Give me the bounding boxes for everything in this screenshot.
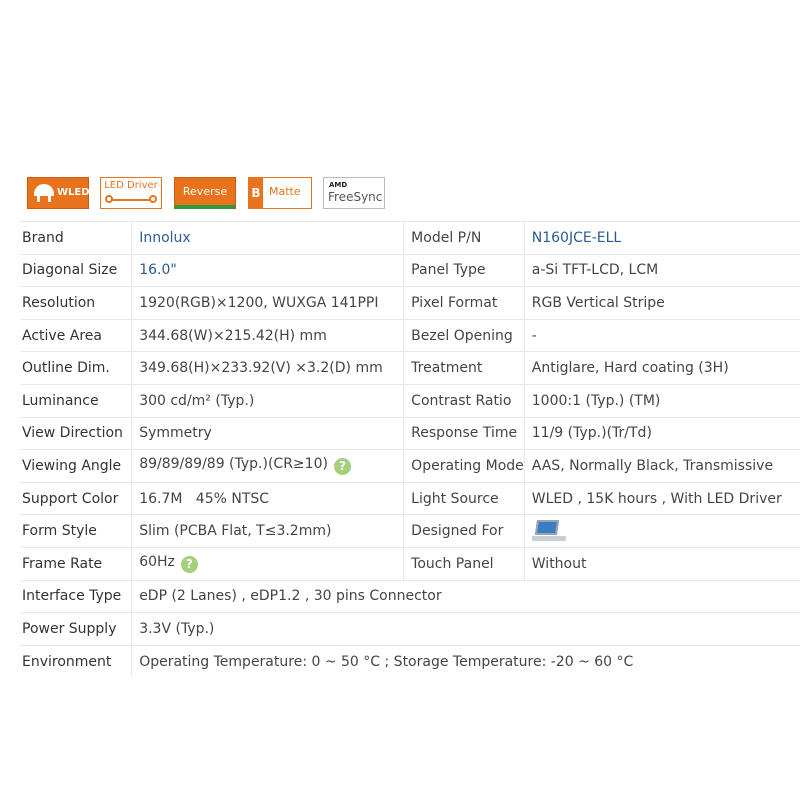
spec-label: Active Area [20, 318, 132, 352]
spec-label: Brand [20, 221, 132, 255]
spec-label: Frame Rate [20, 546, 132, 581]
reverse-badge-label: Reverse [182, 185, 228, 198]
wled-badge-label: WLED [57, 187, 90, 198]
help-icon[interactable]: ? [333, 458, 351, 476]
matte-badge: B Matte [248, 177, 312, 209]
spec-label: Power Supply [20, 612, 132, 646]
spec-label: Environment [20, 644, 132, 678]
led-driver-circuit-icon [107, 199, 155, 201]
matte-badge-label: Matte [269, 185, 301, 198]
table-row: Diagonal Size 16.0" Panel Type a-Si TFT-… [20, 253, 800, 287]
table-row: Brand Innolux Model P/N N160JCE-ELL [20, 221, 800, 255]
spec-label: Operating Mode [403, 449, 525, 483]
freesync-badge-label: FreeSync [328, 190, 383, 204]
spec-value-cell: 60Hz? [131, 546, 404, 581]
spec-label: View Direction [20, 416, 132, 450]
spec-label: Diagonal Size [20, 253, 132, 287]
spec-value: RGB Vertical Stripe [523, 286, 800, 320]
table-row: Resolution 1920(RGB)×1200, WUXGA 141PPI … [20, 286, 800, 320]
table-row: Interface Type eDP (2 Lanes) , eDP1.2 , … [20, 579, 800, 613]
table-row: View Direction Symmetry Response Time 11… [20, 416, 800, 450]
brand-link[interactable]: Innolux [131, 221, 404, 255]
spec-label: Viewing Angle [20, 449, 132, 483]
matte-letter: B [249, 178, 263, 208]
spec-value: 300 cd/m² (Typ.) [131, 383, 404, 418]
spec-value: AAS, Normally Black, Transmissive [523, 449, 800, 483]
led-driver-badge-label: LED Driver [104, 180, 158, 191]
spec-label: Luminance [20, 383, 132, 418]
spec-label: Outline Dim. [20, 351, 132, 385]
table-row: Viewing Angle 89/89/89/89 (Typ.)(CR≥10)?… [20, 449, 800, 483]
spec-label: Designed For [403, 514, 525, 548]
spec-value: Slim (PCBA Flat, T≤3.2mm) [131, 514, 404, 548]
spec-value: Symmetry [131, 416, 404, 450]
help-icon[interactable]: ? [180, 556, 198, 574]
model-link[interactable]: N160JCE-ELL [523, 221, 800, 255]
table-row: Luminance 300 cd/m² (Typ.) Contrast Rati… [20, 383, 800, 418]
spec-value: 1920(RGB)×1200, WUXGA 141PPI [131, 286, 404, 320]
spec-label: Response Time [403, 416, 525, 450]
spec-value: eDP (2 Lanes) , eDP1.2 , 30 pins Connect… [131, 579, 800, 613]
spec-value: 11/9 (Typ.)(Tr/Td) [523, 416, 800, 450]
spec-label: Interface Type [20, 579, 132, 613]
spec-label: Treatment [403, 351, 525, 385]
spec-value: 60Hz [139, 554, 175, 571]
reverse-badge: Reverse [174, 177, 236, 209]
spec-value-cell: 89/89/89/89 (Typ.)(CR≥10)? [131, 449, 404, 483]
table-row: Frame Rate 60Hz? Touch Panel Without [20, 546, 800, 581]
amd-logo: AMD [329, 181, 348, 189]
diagonal-size-link[interactable]: 16.0" [131, 253, 404, 287]
spec-label: Touch Panel [403, 546, 525, 581]
spec-label: Form Style [20, 514, 132, 548]
spec-label: Contrast Ratio [403, 383, 525, 418]
spec-value-cell [523, 514, 800, 548]
table-row: Form Style Slim (PCBA Flat, T≤3.2mm) Des… [20, 514, 800, 548]
spec-value: - [523, 318, 800, 352]
spec-value: 349.68(H)×233.92(V) ×3.2(D) mm [131, 351, 404, 385]
table-row: Active Area 344.68(W)×215.42(H) mm Bezel… [20, 318, 800, 352]
spec-value: Without [523, 546, 800, 581]
led-driver-badge: LED Driver [100, 177, 162, 209]
freesync-badge: AMD FreeSync [323, 177, 385, 209]
spec-value: 344.68(W)×215.42(H) mm [131, 318, 404, 352]
spec-table: Brand Innolux Model P/N N160JCE-ELL Diag… [20, 221, 800, 678]
spec-value: 3.3V (Typ.) [131, 612, 800, 646]
wled-badge: WLED [27, 177, 90, 209]
table-row: Outline Dim. 349.68(H)×233.92(V) ×3.2(D)… [20, 351, 800, 385]
spec-value: a-Si TFT-LCD, LCM [523, 253, 800, 287]
spec-value: 16.7M 45% NTSC [131, 481, 404, 515]
spec-label: Light Source [403, 481, 525, 515]
spec-value: Operating Temperature: 0 ~ 50 °C ; Stora… [131, 644, 800, 678]
laptop-icon[interactable] [531, 519, 566, 543]
spec-value: 89/89/89/89 (Typ.)(CR≥10) [139, 456, 328, 473]
spec-label: Panel Type [403, 253, 525, 287]
spec-value: 1000:1 (Typ.) (TM) [523, 383, 800, 418]
spec-label: Pixel Format [403, 286, 525, 320]
spec-label: Bezel Opening [403, 318, 525, 352]
wled-lamp-icon [34, 184, 54, 196]
table-row: Power Supply 3.3V (Typ.) [20, 612, 800, 646]
table-row: Environment Operating Temperature: 0 ~ 5… [20, 644, 800, 678]
spec-label: Resolution [20, 286, 132, 320]
spec-value: WLED , 15K hours , With LED Driver [523, 481, 800, 515]
spec-value: Antiglare, Hard coating (3H) [523, 351, 800, 385]
table-row: Support Color 16.7M 45% NTSC Light Sourc… [20, 481, 800, 515]
spec-label: Model P/N [403, 221, 525, 255]
spec-label: Support Color [20, 481, 132, 515]
